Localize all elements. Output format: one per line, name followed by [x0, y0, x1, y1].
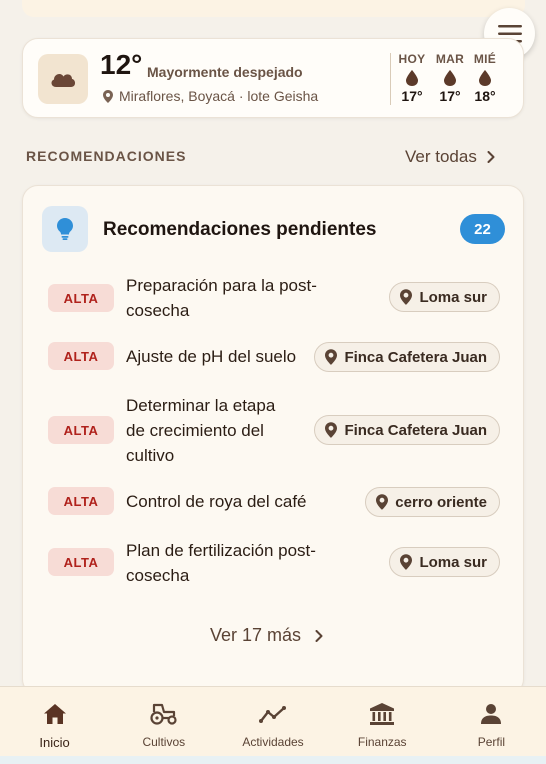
map-pin-icon — [400, 289, 413, 305]
weather-location: Miraflores, Boyacá · lote Geisha — [103, 88, 318, 104]
location-chip[interactable]: Loma sur — [389, 282, 500, 312]
recommendation-item[interactable]: ALTA Control de roya del café cerro orie… — [23, 487, 525, 517]
location-chip[interactable]: Finca Cafetera Juan — [314, 342, 500, 372]
weather-card[interactable]: 12° Mayormente despejado Miraflores, Boy… — [22, 38, 524, 118]
recommendation-title: Plan de fertilización post-cosecha — [126, 541, 316, 585]
lightbulb-icon-box — [42, 206, 88, 252]
see-all-link[interactable]: Ver todas — [405, 147, 495, 167]
nav-item-finanzas[interactable]: Finanzas — [328, 687, 437, 756]
chevron-right-icon — [487, 151, 495, 163]
nav-label: Inicio — [39, 735, 70, 750]
section-title-recommendations: RECOMENDACIONES — [26, 148, 187, 164]
nav-item-cultivos[interactable]: Cultivos — [109, 687, 218, 756]
priority-badge: ALTA — [48, 284, 114, 312]
see-more-button[interactable]: Ver 17 más — [210, 625, 323, 646]
weather-condition: Mayormente despejado — [147, 64, 303, 80]
forecast-divider — [390, 53, 391, 105]
map-pin-icon — [400, 554, 413, 570]
bottom-safe-area — [0, 756, 546, 764]
nav-label: Perfil — [477, 735, 506, 749]
forecast-day: HOY 17° — [394, 52, 430, 104]
weather-location-text: Miraflores, Boyacá · lote Geisha — [119, 88, 319, 104]
forecast-temp: 17° — [401, 88, 423, 104]
nav-label: Cultivos — [142, 735, 186, 749]
forecast-temp: 17° — [439, 88, 461, 104]
nav-item-inicio[interactable]: Inicio — [0, 687, 109, 756]
nav-item-actividades[interactable]: Actividades — [218, 687, 327, 756]
see-all-label: Ver todas — [405, 147, 477, 166]
forecast-day-label: MAR — [435, 52, 465, 66]
user-icon — [480, 701, 502, 727]
count-badge: 22 — [460, 214, 505, 244]
map-pin-icon — [325, 422, 338, 438]
nav-label: Actividades — [242, 735, 304, 749]
raindrop-icon — [444, 70, 456, 86]
bank-icon — [369, 701, 395, 727]
chevron-right-icon — [315, 629, 323, 642]
recommendation-item[interactable]: ALTA Plan de fertilización post-cosecha … — [23, 538, 525, 592]
location-chip-label: Loma sur — [419, 288, 487, 306]
raindrop-icon — [406, 70, 418, 86]
priority-badge: ALTA — [48, 548, 114, 576]
raindrop-icon — [479, 70, 491, 86]
forecast-day: MIÉ 18° — [467, 52, 503, 104]
recommendation-item[interactable]: ALTA Preparación para la post-cosecha Lo… — [23, 272, 525, 326]
nav-label: Finanzas — [357, 735, 407, 749]
recommendation-title: Determinar la etapa de crecimiento del c… — [126, 396, 276, 465]
location-chip[interactable]: Finca Cafetera Juan — [314, 415, 500, 445]
home-icon — [43, 701, 67, 727]
priority-badge: ALTA — [48, 416, 114, 444]
location-chip-label: Finca Cafetera Juan — [344, 348, 487, 366]
activity-icon — [259, 701, 287, 727]
recommendation-item[interactable]: ALTA Ajuste de pH del suelo Finca Cafete… — [23, 341, 525, 372]
location-chip-label: Finca Cafetera Juan — [344, 421, 487, 439]
forecast-day-label: HOY — [398, 52, 426, 66]
top-banner-strip — [22, 0, 525, 17]
forecast-day-label: MIÉ — [473, 52, 497, 66]
map-pin-icon — [376, 494, 389, 510]
current-temperature: 12° — [100, 49, 143, 80]
card-title: Recomendaciones pendientes — [103, 219, 377, 240]
map-pin-icon — [325, 349, 338, 365]
weather-icon-box — [38, 54, 88, 104]
recommendation-title: Control de roya del café — [126, 492, 307, 511]
location-chip[interactable]: cerro oriente — [365, 487, 500, 517]
nav-item-perfil[interactable]: Perfil — [437, 687, 546, 756]
recommendation-item[interactable]: ALTA Determinar la etapa de crecimiento … — [23, 393, 525, 469]
location-chip[interactable]: Loma sur — [389, 547, 500, 577]
see-more-label: Ver 17 más — [210, 625, 302, 645]
lightbulb-icon — [57, 218, 73, 240]
cloud-icon — [51, 74, 76, 87]
bottom-navigation: Inicio Cultivos Actividades Finanzas Per… — [0, 686, 546, 756]
location-chip-label: Loma sur — [419, 553, 487, 571]
priority-badge: ALTA — [48, 342, 114, 370]
map-pin-icon — [103, 89, 113, 103]
forecast-day: MAR 17° — [432, 52, 468, 104]
recommendation-title: Preparación para la post-cosecha — [126, 276, 317, 320]
recommendations-card: Recomendaciones pendientes 22 ALTA Prepa… — [22, 185, 524, 695]
tractor-icon — [150, 701, 178, 727]
priority-badge: ALTA — [48, 487, 114, 515]
forecast-temp: 18° — [474, 88, 496, 104]
recommendation-title: Ajuste de pH del suelo — [126, 347, 297, 366]
location-chip-label: cerro oriente — [395, 493, 487, 511]
